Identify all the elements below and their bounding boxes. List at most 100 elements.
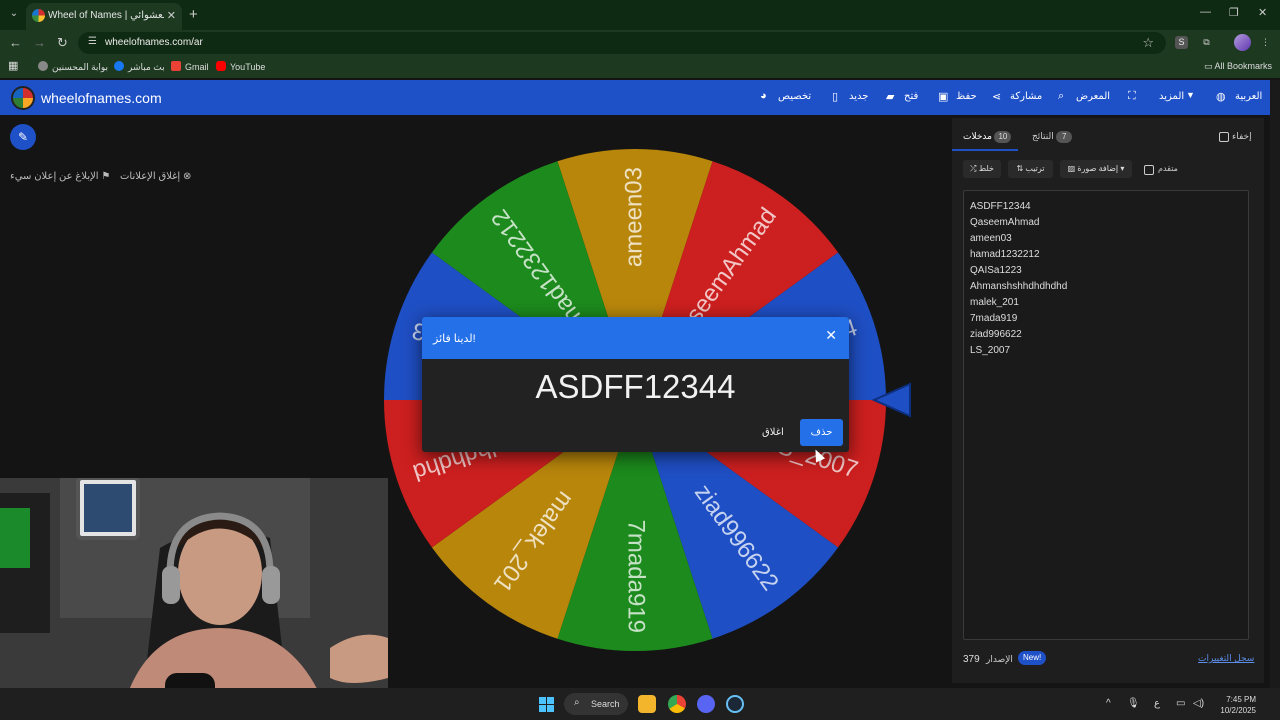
taskbar-search[interactable]: ⌕ Search bbox=[564, 693, 628, 715]
entry-item: QAISa1223 bbox=[970, 265, 1022, 276]
windows-start-icon[interactable] bbox=[539, 697, 554, 712]
bookmark-star-icon[interactable]: ☆ bbox=[1142, 35, 1154, 51]
bookmarks-bar: ▦ بوابة المحسنين بث مباشر Gmail YouTube … bbox=[0, 56, 1280, 78]
search-icon[interactable]: ⌕ bbox=[1058, 90, 1064, 103]
changelog-link[interactable]: سجل التغييرات bbox=[1198, 653, 1254, 664]
entry-item: LS_2007 bbox=[970, 345, 1011, 356]
network-icon[interactable]: ▭ bbox=[1176, 698, 1185, 709]
chrome-icon[interactable] bbox=[668, 695, 686, 713]
language-indicator[interactable]: ع bbox=[1154, 698, 1160, 709]
wheel-favicon-icon bbox=[32, 9, 45, 22]
hide-checkbox[interactable] bbox=[1219, 132, 1229, 142]
flag-icon: ⚑ bbox=[101, 171, 111, 182]
close-button[interactable]: اغلاق bbox=[762, 427, 784, 438]
edit-pencil-icon[interactable]: ✎ bbox=[10, 124, 36, 150]
reload-icon[interactable]: ↻ bbox=[57, 35, 68, 51]
globe-icon bbox=[38, 61, 48, 71]
minimize-icon[interactable]: — bbox=[1200, 6, 1211, 18]
menu-open[interactable]: فتح bbox=[904, 91, 918, 102]
close-ads-link[interactable]: إغلاق الإعلانات ⊗ bbox=[120, 171, 191, 182]
bookmark-item[interactable]: بوابة المحسنين bbox=[38, 61, 108, 73]
volume-icon[interactable]: ◁) bbox=[1193, 698, 1204, 709]
active-tab-indicator bbox=[952, 149, 1018, 151]
bookmark-item[interactable]: Gmail bbox=[171, 61, 209, 72]
windows-taskbar: ⌕ Search ^ 🎙︎ ع ▭ ◁) 7:45 PM 10/2/2025 bbox=[0, 688, 1280, 720]
back-icon[interactable]: ← bbox=[9, 35, 22, 50]
entries-panel: إخفاء النتائج 7 مدخلات 10 ⤮ خلط ⇅ ترتيب … bbox=[952, 118, 1264, 683]
folder-open-icon[interactable]: ▰ bbox=[886, 90, 894, 103]
chevron-down-icon[interactable]: ▼ bbox=[1186, 90, 1195, 100]
microphone-icon[interactable]: 🎙︎ bbox=[1127, 698, 1140, 709]
facebook-icon bbox=[114, 61, 124, 71]
logo-text[interactable]: wheelofnames.com bbox=[41, 90, 162, 106]
bookmark-item[interactable]: بث مباشر bbox=[114, 61, 165, 73]
new-tab-icon[interactable]: + bbox=[189, 6, 198, 23]
close-icon[interactable]: ✕ bbox=[825, 327, 837, 344]
site-info-icon[interactable]: ☰ bbox=[88, 36, 97, 47]
sort-button[interactable]: ⇅ ترتيب bbox=[1008, 160, 1053, 178]
file-explorer-icon[interactable] bbox=[638, 695, 656, 713]
window-close-icon[interactable]: ✕ bbox=[1258, 6, 1267, 19]
youtube-icon bbox=[216, 61, 226, 71]
extensions-puzzle-icon[interactable]: ⧉ bbox=[1200, 36, 1213, 49]
palette-icon[interactable]: ◕ bbox=[760, 90, 767, 102]
entry-item: ASDFF12344 bbox=[970, 201, 1031, 212]
entry-item: malek_201 bbox=[970, 297, 1019, 308]
entries-textarea[interactable]: ASDFF12344 QaseemAhmad ameen03 hamad1232212… bbox=[963, 190, 1249, 640]
webcam-person-image bbox=[0, 478, 388, 720]
share-icon[interactable]: ⋖ bbox=[992, 90, 1001, 103]
menu-save[interactable]: حفظ bbox=[956, 91, 977, 102]
tab-results[interactable]: النتائج 7 bbox=[1032, 131, 1073, 143]
new-badge: New! bbox=[1018, 651, 1047, 665]
report-ad-link[interactable]: الإبلاغ عن إعلان سيء ⚑ bbox=[10, 171, 110, 182]
steam-icon[interactable] bbox=[726, 695, 744, 713]
entry-item: QaseemAhmad bbox=[970, 217, 1040, 228]
image-icon: ▨ bbox=[1067, 164, 1078, 173]
tab-title: Wheel of Names | عجلة الاسم العشوائي bbox=[48, 10, 164, 21]
menu-customize[interactable]: تخصيص bbox=[778, 91, 811, 102]
page-scrollbar[interactable] bbox=[1270, 80, 1280, 688]
winner-name: ASDFF12344 bbox=[535, 368, 736, 405]
menu-language[interactable]: العربية bbox=[1235, 91, 1262, 102]
forward-icon[interactable]: → bbox=[33, 35, 46, 50]
new-file-icon[interactable]: ▯ bbox=[832, 90, 838, 103]
menu-new[interactable]: جديد bbox=[849, 91, 868, 102]
profile-avatar[interactable] bbox=[1234, 34, 1251, 51]
tray-chevron-icon[interactable]: ^ bbox=[1106, 698, 1111, 709]
advanced-checkbox[interactable] bbox=[1144, 165, 1154, 175]
shuffle-button[interactable]: ⤮ خلط bbox=[963, 160, 1001, 178]
chrome-menu-icon[interactable]: ⋮ bbox=[1259, 36, 1272, 49]
wheel-segment-label: 7mada919 bbox=[623, 520, 650, 633]
tab-entries[interactable]: مدخلات 10 bbox=[963, 131, 1012, 143]
menu-share[interactable]: مشاركة bbox=[1010, 91, 1042, 102]
version-number: 379 bbox=[963, 654, 980, 665]
browser-tab[interactable]: Wheel of Names | عجلة الاسم العشوائي ✕ bbox=[26, 3, 182, 30]
tab-search-icon[interactable]: ⌄ bbox=[6, 6, 22, 22]
discord-icon[interactable] bbox=[697, 695, 715, 713]
remove-button[interactable]: حذف bbox=[800, 419, 843, 446]
bookmark-item[interactable]: YouTube bbox=[216, 61, 265, 72]
url-text: wheelofnames.com/ar bbox=[105, 37, 203, 48]
webcam-overlay bbox=[0, 478, 388, 720]
gmail-icon bbox=[171, 61, 181, 71]
fullscreen-icon[interactable]: ⛶ bbox=[1128, 90, 1136, 103]
close-circle-icon: ⊗ bbox=[182, 171, 192, 182]
address-bar[interactable]: ☰ wheelofnames.com/ar ☆ bbox=[78, 32, 1166, 54]
menu-gallery[interactable]: المعرض bbox=[1076, 91, 1110, 102]
tab-close-icon[interactable]: ✕ bbox=[167, 9, 176, 22]
extension-s-icon[interactable]: S bbox=[1175, 36, 1188, 49]
save-icon[interactable]: ▣ bbox=[938, 90, 948, 103]
all-bookmarks[interactable]: ▭ All Bookmarks bbox=[1204, 61, 1272, 72]
entry-item: ziad996622 bbox=[970, 329, 1022, 340]
browser-toolbar: ← → ↻ ☰ wheelofnames.com/ar ☆ S ⧉ ⋮ bbox=[0, 30, 1280, 56]
entry-item: 7mada919 bbox=[970, 313, 1018, 324]
apps-grid-icon[interactable]: ▦ bbox=[8, 59, 18, 72]
logo-icon[interactable] bbox=[11, 86, 35, 110]
restore-icon[interactable]: ❐ bbox=[1229, 6, 1239, 19]
add-image-button[interactable]: ▨ إضافة صورة ▾ bbox=[1060, 160, 1132, 178]
entry-item: Ahmanshshhdhdhdhd bbox=[970, 281, 1068, 292]
taskbar-clock[interactable]: 7:45 PM 10/2/2025 bbox=[1212, 694, 1256, 716]
winner-dialog: لدينا فائز! ✕ ASDFF12344 اغلاق حذف bbox=[422, 317, 849, 452]
globe-icon[interactable]: ◍ bbox=[1216, 90, 1226, 103]
menu-more[interactable]: المزيد bbox=[1159, 91, 1184, 102]
